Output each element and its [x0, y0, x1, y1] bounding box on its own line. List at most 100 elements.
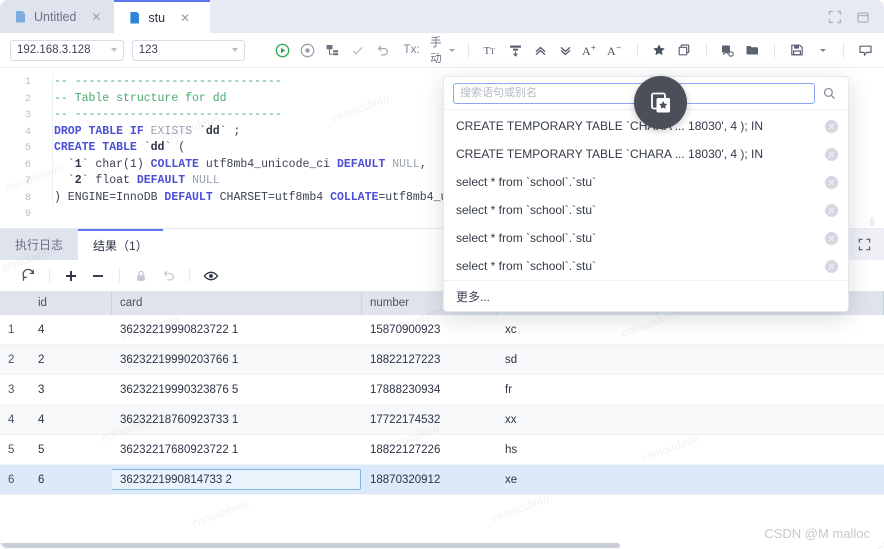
cell-card[interactable]: 36232219990823722 1: [112, 315, 362, 344]
cell-number[interactable]: 18870320912: [362, 465, 497, 494]
cell-na[interactable]: xx: [497, 405, 657, 434]
revert-icon[interactable]: [156, 265, 180, 287]
undo-icon[interactable]: [374, 39, 391, 61]
cell-rownum[interactable]: 6: [0, 465, 30, 494]
cell-card[interactable]: 36232217680923722 1: [112, 435, 362, 464]
host-selector[interactable]: 192.168.3.128: [10, 39, 124, 61]
run-current-icon[interactable]: [299, 39, 316, 61]
cell-number[interactable]: 17888230934: [362, 375, 497, 404]
remove-snippet-icon[interactable]: [825, 119, 838, 133]
snippet-item-label: select * from `school`.`stu`: [456, 259, 597, 273]
cell-rownum[interactable]: 2: [0, 345, 30, 374]
cell-number[interactable]: 18822127226: [362, 435, 497, 464]
cell-card[interactable]: 36232218760923733 1: [112, 405, 362, 434]
tab-label: 结果（1）: [93, 239, 148, 253]
cell-card[interactable]: 36232219990323876 5: [112, 375, 362, 404]
result-expand-button[interactable]: [844, 229, 884, 260]
search-icon[interactable]: [819, 87, 839, 100]
favorite-star-icon[interactable]: [651, 39, 668, 61]
check-syntax-icon[interactable]: [349, 39, 366, 61]
copy-icon[interactable]: [676, 39, 693, 61]
save-icon[interactable]: [788, 39, 805, 61]
selected-cell[interactable]: 3623221990814733 2: [112, 469, 361, 490]
remove-snippet-icon[interactable]: [825, 259, 838, 273]
cell-id[interactable]: 3: [30, 375, 112, 404]
snippet-item[interactable]: select * from `school`.`stu`: [444, 252, 848, 280]
cell-id[interactable]: 4: [30, 405, 112, 434]
save-dropdown-icon[interactable]: [813, 39, 830, 61]
delete-row-icon[interactable]: [86, 265, 110, 287]
tab-close-icon[interactable]: ✕: [179, 12, 191, 24]
cell-rownum[interactable]: 4: [0, 405, 30, 434]
snippet-item[interactable]: select * from `school`.`stu`: [444, 224, 848, 252]
cell-id[interactable]: 2: [30, 345, 112, 374]
cell-filler: [657, 315, 884, 344]
table-row[interactable]: 2 2 36232219990203766 1 18822127223 sd: [0, 345, 884, 375]
snippet-icon[interactable]: [719, 39, 736, 61]
table-row[interactable]: 4 4 36232218760923733 1 17722174532 xx: [0, 405, 884, 435]
folder-icon[interactable]: [744, 39, 761, 61]
explain-plan-icon[interactable]: [324, 39, 341, 61]
document-icon: [130, 11, 140, 24]
cell-rownum[interactable]: 5: [0, 435, 30, 464]
preview-eye-icon[interactable]: [199, 265, 223, 287]
format-icon[interactable]: TT: [482, 39, 499, 61]
run-icon[interactable]: [274, 39, 291, 61]
scrollbar-thumb[interactable]: [0, 543, 620, 548]
cell-na[interactable]: hs: [497, 435, 657, 464]
database-selector[interactable]: 123: [131, 39, 246, 61]
snippet-item-label: CREATE TEMPORARY TABLE `CHARA ... 18030'…: [456, 147, 764, 161]
cell-na[interactable]: fr: [497, 375, 657, 404]
table-row[interactable]: 1 4 36232219990823722 1 15870900923 xc: [0, 315, 884, 345]
cell-na[interactable]: sd: [497, 345, 657, 374]
favorite-snippet-icon[interactable]: [634, 76, 687, 129]
grid-header-id[interactable]: id: [30, 291, 112, 315]
table-row[interactable]: 6 6 3623221990814733 2 18870320912 xe: [0, 465, 884, 495]
snippet-list: CREATE TEMPORARY TABLE `CHARA ... 18030'…: [444, 110, 848, 280]
expand-down-icon[interactable]: [557, 39, 574, 61]
resize-grip-icon[interactable]: ⣿: [869, 217, 876, 226]
lock-icon[interactable]: [129, 265, 153, 287]
tab-label: 执行日志: [15, 238, 64, 252]
snippet-item[interactable]: select * from `school`.`stu`: [444, 168, 848, 196]
cell-rownum[interactable]: 3: [0, 375, 30, 404]
fullscreen-icon[interactable]: [828, 10, 842, 24]
cell-card[interactable]: 3623221990814733 2: [112, 465, 362, 494]
comment-icon[interactable]: [857, 39, 874, 61]
add-row-icon[interactable]: [59, 265, 83, 287]
remove-snippet-icon[interactable]: [825, 231, 838, 245]
grid-body: 1 4 36232219990823722 1 15870900923 xc 2 2 3623…: [0, 315, 884, 495]
cell-id[interactable]: 6: [30, 465, 112, 494]
horizontal-scrollbar[interactable]: [0, 542, 884, 549]
tab-stu[interactable]: stu ✕: [114, 0, 211, 33]
cell-number[interactable]: 17722174532: [362, 405, 497, 434]
font-increase-icon[interactable]: A +: [582, 39, 599, 61]
cell-card[interactable]: 36232219990203766 1: [112, 345, 362, 374]
table-row[interactable]: 3 3 36232219990323876 5 17888230934 fr: [0, 375, 884, 405]
collapse-up-icon[interactable]: [532, 39, 549, 61]
tab-result[interactable]: 结果（1）: [78, 229, 163, 260]
cell-id[interactable]: 5: [30, 435, 112, 464]
refresh-icon[interactable]: [16, 265, 40, 287]
remove-snippet-icon[interactable]: [825, 203, 838, 217]
grid-header-card[interactable]: card: [112, 291, 362, 315]
remove-snippet-icon[interactable]: [825, 147, 838, 161]
snippet-more-item[interactable]: 更多...: [444, 280, 848, 311]
cell-id[interactable]: 4: [30, 315, 112, 344]
cell-number[interactable]: 18822127223: [362, 345, 497, 374]
window-restore-icon[interactable]: [856, 10, 870, 24]
tab-close-icon[interactable]: ✕: [90, 11, 102, 23]
font-decrease-icon[interactable]: A –: [607, 39, 624, 61]
snippet-item[interactable]: CREATE TEMPORARY TABLE `CHARA ... 18030'…: [444, 140, 848, 168]
transaction-mode-selector[interactable]: 手动: [428, 37, 456, 65]
cell-na[interactable]: xe: [497, 465, 657, 494]
cell-number[interactable]: 15870900923: [362, 315, 497, 344]
table-row[interactable]: 5 5 36232217680923722 1 18822127226 hs: [0, 435, 884, 465]
tab-untitled[interactable]: Untitled ✕: [0, 0, 115, 33]
beautify-icon[interactable]: [507, 39, 524, 61]
cell-rownum[interactable]: 1: [0, 315, 30, 344]
tab-execution-log[interactable]: 执行日志: [0, 229, 79, 260]
remove-snippet-icon[interactable]: [825, 175, 838, 189]
cell-na[interactable]: xc: [497, 315, 657, 344]
snippet-item[interactable]: select * from `school`.`stu`: [444, 196, 848, 224]
